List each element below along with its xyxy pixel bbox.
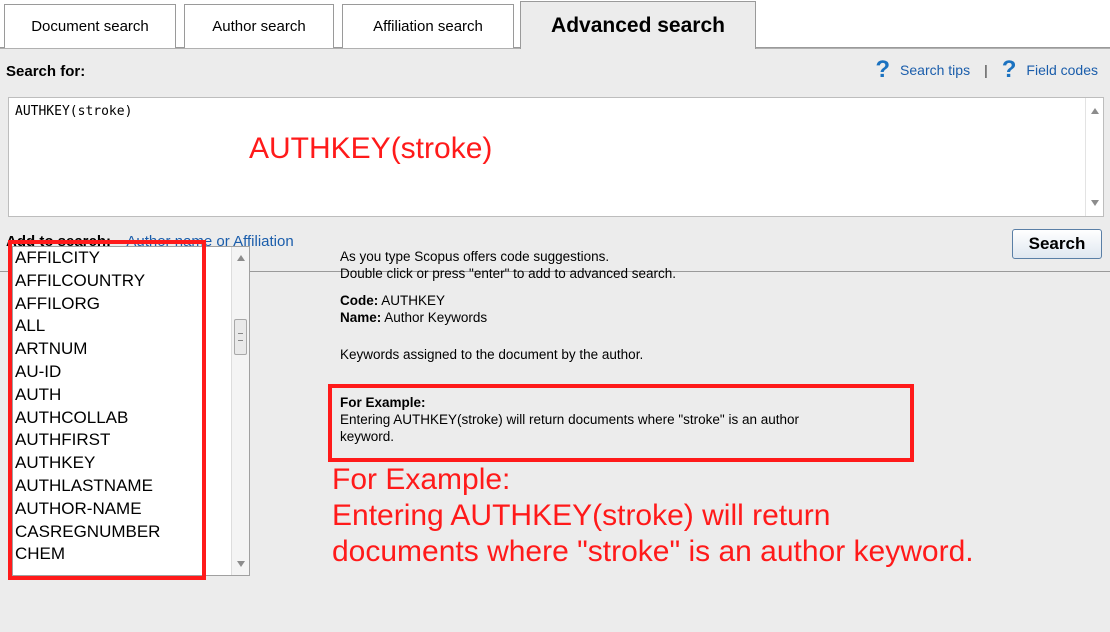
- field-codes-link[interactable]: Field codes: [1026, 62, 1098, 78]
- tab-author-search[interactable]: Author search: [184, 4, 334, 48]
- help-question-icon: ?: [1001, 56, 1017, 83]
- code-list-item[interactable]: AUTHKEY: [13, 452, 249, 475]
- code-list-item[interactable]: CASREGNUMBER: [13, 521, 249, 544]
- search-for-label: Search for:: [6, 63, 86, 80]
- code-items: AFFILCITY AFFILCOUNTRY AFFILORG ALL ARTNUM AU…: [13, 247, 249, 566]
- code-summary: Keywords assigned to the document by the…: [340, 347, 644, 362]
- code-list-item[interactable]: ALL: [13, 315, 249, 338]
- search-tabs: Document search Author search Affiliatio…: [0, 0, 1110, 49]
- code-list-item[interactable]: AFFILORG: [13, 293, 249, 316]
- code-list-item[interactable]: AUTHCOLLAB: [13, 407, 249, 430]
- example-annotation: For Example: Entering AUTHKEY(stroke) wi…: [332, 462, 974, 570]
- annotation-line-1: For Example:: [332, 463, 511, 496]
- help-links: ? Search tips | ? Field codes: [875, 56, 1098, 83]
- example-line-2: keyword.: [340, 429, 395, 444]
- code-list-scrollbar[interactable]: [231, 247, 249, 575]
- code-list-item[interactable]: AUTHLASTNAME: [13, 475, 249, 498]
- intro-line-2: Double click or press "enter" to add to …: [340, 266, 677, 281]
- code-list-item[interactable]: AUTHOR-NAME: [13, 498, 249, 521]
- code-list-item[interactable]: AUTHFIRST: [13, 429, 249, 452]
- name-value: Author Keywords: [384, 310, 488, 325]
- code-description: As you type Scopus offers code suggestio…: [340, 248, 960, 373]
- help-question-icon: ?: [875, 56, 891, 83]
- scroll-thumb[interactable]: [234, 319, 247, 355]
- code-label: Code:: [340, 293, 379, 308]
- intro-line-1: As you type Scopus offers code suggestio…: [340, 249, 610, 264]
- query-scrollbar[interactable]: [1085, 98, 1103, 216]
- search-tips-link[interactable]: Search tips: [900, 62, 970, 78]
- annotation-line-2: Entering AUTHKEY(stroke) will return: [332, 499, 831, 532]
- name-label: Name:: [340, 310, 382, 325]
- scroll-up-icon[interactable]: [237, 255, 245, 261]
- scroll-up-icon[interactable]: [1091, 108, 1099, 114]
- code-list-item[interactable]: AUTH: [13, 384, 249, 407]
- code-value: AUTHKEY: [381, 293, 446, 308]
- query-annotation: AUTHKEY(stroke): [249, 132, 493, 165]
- example-box: For Example: Entering AUTHKEY(stroke) wi…: [328, 384, 914, 462]
- code-list-item[interactable]: AFFILCOUNTRY: [13, 270, 249, 293]
- search-button[interactable]: Search: [1012, 229, 1102, 259]
- code-list-item[interactable]: AFFILCITY: [13, 247, 249, 270]
- scroll-down-icon[interactable]: [1091, 200, 1099, 206]
- tab-document-search[interactable]: Document search: [4, 4, 176, 48]
- annotation-line-3: documents where "stroke" is an author ke…: [332, 535, 974, 568]
- tab-affiliation-search[interactable]: Affiliation search: [342, 4, 514, 48]
- query-textarea[interactable]: AUTHKEY(stroke) AUTHKEY(stroke): [8, 97, 1104, 217]
- tab-advanced-search[interactable]: Advanced search: [520, 1, 756, 49]
- query-text: AUTHKEY(stroke): [15, 104, 133, 119]
- help-separator: |: [984, 62, 988, 78]
- scroll-down-icon[interactable]: [237, 561, 245, 567]
- example-title: For Example:: [340, 395, 426, 410]
- code-list-item[interactable]: ARTNUM: [13, 338, 249, 361]
- example-line-1: Entering AUTHKEY(stroke) will return doc…: [340, 412, 800, 427]
- code-list-item[interactable]: AU-ID: [13, 361, 249, 384]
- field-code-list[interactable]: AFFILCITY AFFILCOUNTRY AFFILORG ALL ARTNUM AU…: [12, 246, 250, 576]
- code-list-item[interactable]: CHEM: [13, 543, 249, 566]
